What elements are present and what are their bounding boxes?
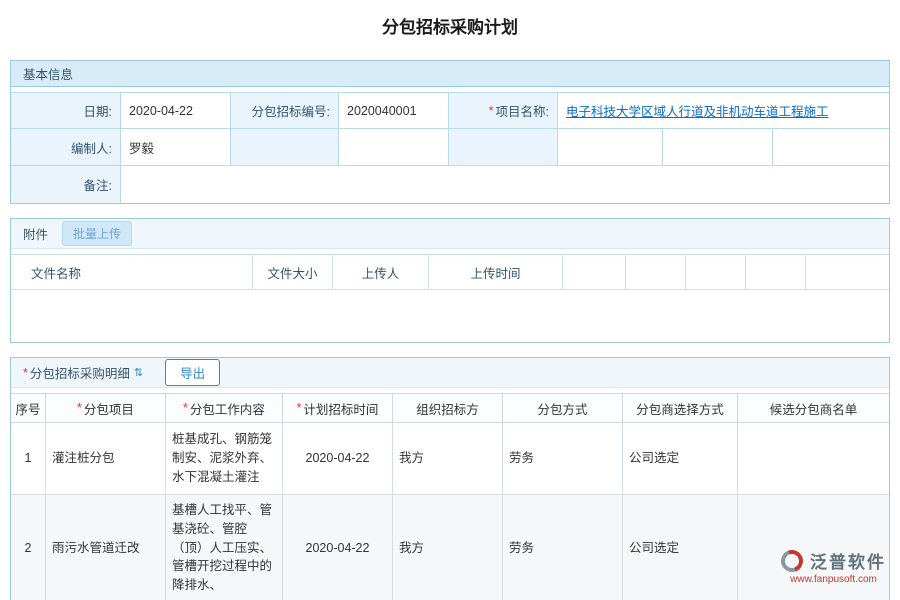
cell-selection: 公司选定 bbox=[623, 495, 738, 600]
col-header-file-size: 文件大小 bbox=[253, 255, 333, 289]
project-name-link[interactable]: 电子科技大学区域人行道及非机动车道工程施工 bbox=[566, 101, 829, 120]
col-header-work-content-text: 分包工作内容 bbox=[190, 399, 265, 418]
bid-no-label: 分包招标编号: bbox=[231, 93, 339, 128]
cell-project: 雨污水管道迁改 bbox=[46, 495, 166, 600]
col-header-work-content: * 分包工作内容 bbox=[166, 394, 283, 422]
fanpu-logo-icon bbox=[777, 546, 806, 575]
col-header-organizer-text: 组织招标方 bbox=[416, 399, 479, 418]
col-header-seq: 序号 bbox=[11, 394, 46, 422]
required-mark: * bbox=[77, 401, 82, 415]
detail-section: * 分包招标采购明细 ⇅ 导出 序号 * 分包项目 * 分包工作内容 * 计划招… bbox=[10, 357, 890, 600]
col-header-mode: 分包方式 bbox=[503, 394, 623, 422]
detail-title: 分包招标采购明细 bbox=[30, 363, 130, 382]
col-header-plan-time-text: 计划招标时间 bbox=[303, 399, 378, 418]
brand-url: www.fanpusoft.com bbox=[790, 574, 877, 585]
attachments-table-header: 文件名称 文件大小 上传人 上传时间 bbox=[11, 254, 889, 290]
col-header-selection: 分包商选择方式 bbox=[623, 394, 738, 422]
col-header-seq-text: 序号 bbox=[15, 399, 40, 418]
empty-column-header bbox=[806, 255, 889, 289]
cell-plan-time: 2020-04-22 bbox=[283, 495, 393, 600]
col-header-organizer: 组织招标方 bbox=[393, 394, 503, 422]
required-mark: * bbox=[297, 401, 302, 415]
table-row: 2 雨污水管道迁改 基槽人工找平、管基浇砼、管腔（顶）人工压实、管槽开挖过程中的… bbox=[11, 495, 889, 600]
attachments-header-bar: 附件 批量上传 bbox=[11, 219, 889, 249]
col-header-mode-text: 分包方式 bbox=[537, 399, 587, 418]
remark-label: 备注: bbox=[11, 166, 121, 203]
brand-name: 泛普软件 bbox=[810, 548, 886, 573]
project-name-cell: 电子科技大学区域人行道及非机动车道工程施工 bbox=[558, 93, 889, 128]
col-header-candidates: 候选分包商名单 bbox=[738, 394, 889, 422]
col-header-upload-time: 上传时间 bbox=[429, 255, 563, 289]
table-row: 1 灌注桩分包 桩基成孔、钢筋笼制安、泥浆外弃、水下混凝土灌注 2020-04-… bbox=[11, 423, 889, 495]
basic-info-row-1: 日期: 2020-04-22 分包招标编号: 2020040001 * 项目名称… bbox=[11, 92, 889, 129]
empty-column-header bbox=[686, 255, 746, 289]
required-mark: * bbox=[23, 366, 28, 380]
basic-info-title: 基本信息 bbox=[23, 64, 73, 83]
cell-seq: 2 bbox=[11, 495, 46, 600]
empty-value-cell bbox=[773, 129, 889, 165]
col-header-file-name: 文件名称 bbox=[11, 255, 253, 289]
project-name-label-text: 项目名称: bbox=[496, 101, 549, 120]
date-value: 2020-04-22 bbox=[121, 93, 231, 128]
cell-work-content: 桩基成孔、钢筋笼制安、泥浆外弃、水下混凝土灌注 bbox=[166, 423, 283, 494]
cell-project: 灌注桩分包 bbox=[46, 423, 166, 494]
empty-column-header bbox=[563, 255, 626, 289]
export-button[interactable]: 导出 bbox=[165, 359, 220, 386]
empty-column-header bbox=[626, 255, 686, 289]
creator-value: 罗毅 bbox=[121, 129, 231, 165]
fanpu-brand-row: 泛普软件 bbox=[781, 548, 886, 573]
cell-organizer: 我方 bbox=[393, 423, 503, 494]
cell-work-content: 基槽人工找平、管基浇砼、管腔（顶）人工压实、管槽开挖过程中的降排水、 bbox=[166, 495, 283, 600]
attachments-section: 附件 批量上传 文件名称 文件大小 上传人 上传时间 bbox=[10, 218, 890, 343]
cell-seq: 1 bbox=[11, 423, 46, 494]
empty-label-cell bbox=[449, 129, 558, 165]
empty-value-cell bbox=[663, 129, 773, 165]
detail-header-bar: * 分包招标采购明细 ⇅ 导出 bbox=[11, 358, 889, 388]
empty-label-cell bbox=[231, 129, 339, 165]
project-name-label: * 项目名称: bbox=[449, 93, 558, 128]
cell-plan-time: 2020-04-22 bbox=[283, 423, 393, 494]
page-title: 分包招标采购计划 bbox=[0, 0, 900, 38]
empty-value-cell bbox=[558, 129, 663, 165]
col-header-project: * 分包项目 bbox=[46, 394, 166, 422]
cell-mode: 劳务 bbox=[503, 423, 623, 494]
basic-info-header-bar: 基本信息 bbox=[11, 61, 889, 87]
detail-table-header: 序号 * 分包项目 * 分包工作内容 * 计划招标时间 组织招标方 分包方式 分… bbox=[11, 393, 889, 423]
creator-label: 编制人: bbox=[11, 129, 121, 165]
basic-info-row-3: 备注: bbox=[11, 166, 889, 203]
required-mark: * bbox=[183, 401, 188, 415]
cell-organizer: 我方 bbox=[393, 495, 503, 600]
empty-column-header bbox=[746, 255, 806, 289]
bid-no-value: 2020040001 bbox=[339, 93, 449, 128]
col-header-plan-time: * 计划招标时间 bbox=[283, 394, 393, 422]
batch-upload-button[interactable]: 批量上传 bbox=[62, 221, 132, 246]
cell-candidates bbox=[738, 423, 889, 494]
basic-info-section: 基本信息 日期: 2020-04-22 分包招标编号: 2020040001 *… bbox=[10, 60, 890, 204]
fanpu-brand: 泛普软件 www.fanpusoft.com bbox=[781, 548, 886, 585]
sort-icon[interactable]: ⇅ bbox=[134, 366, 143, 379]
col-header-project-text: 分包项目 bbox=[84, 399, 134, 418]
col-header-candidates-text: 候选分包商名单 bbox=[770, 399, 858, 418]
basic-info-row-2: 编制人: 罗毅 bbox=[11, 129, 889, 166]
date-label: 日期: bbox=[11, 93, 121, 128]
empty-value-cell bbox=[339, 129, 449, 165]
attachments-empty-body bbox=[11, 290, 889, 342]
required-mark: * bbox=[489, 104, 494, 118]
col-header-uploader: 上传人 bbox=[333, 255, 429, 289]
cell-mode: 劳务 bbox=[503, 495, 623, 600]
col-header-selection-text: 分包商选择方式 bbox=[636, 399, 724, 418]
attachments-title: 附件 bbox=[23, 224, 48, 243]
basic-info-table: 日期: 2020-04-22 分包招标编号: 2020040001 * 项目名称… bbox=[11, 92, 889, 203]
cell-selection: 公司选定 bbox=[623, 423, 738, 494]
remark-value bbox=[121, 166, 889, 203]
